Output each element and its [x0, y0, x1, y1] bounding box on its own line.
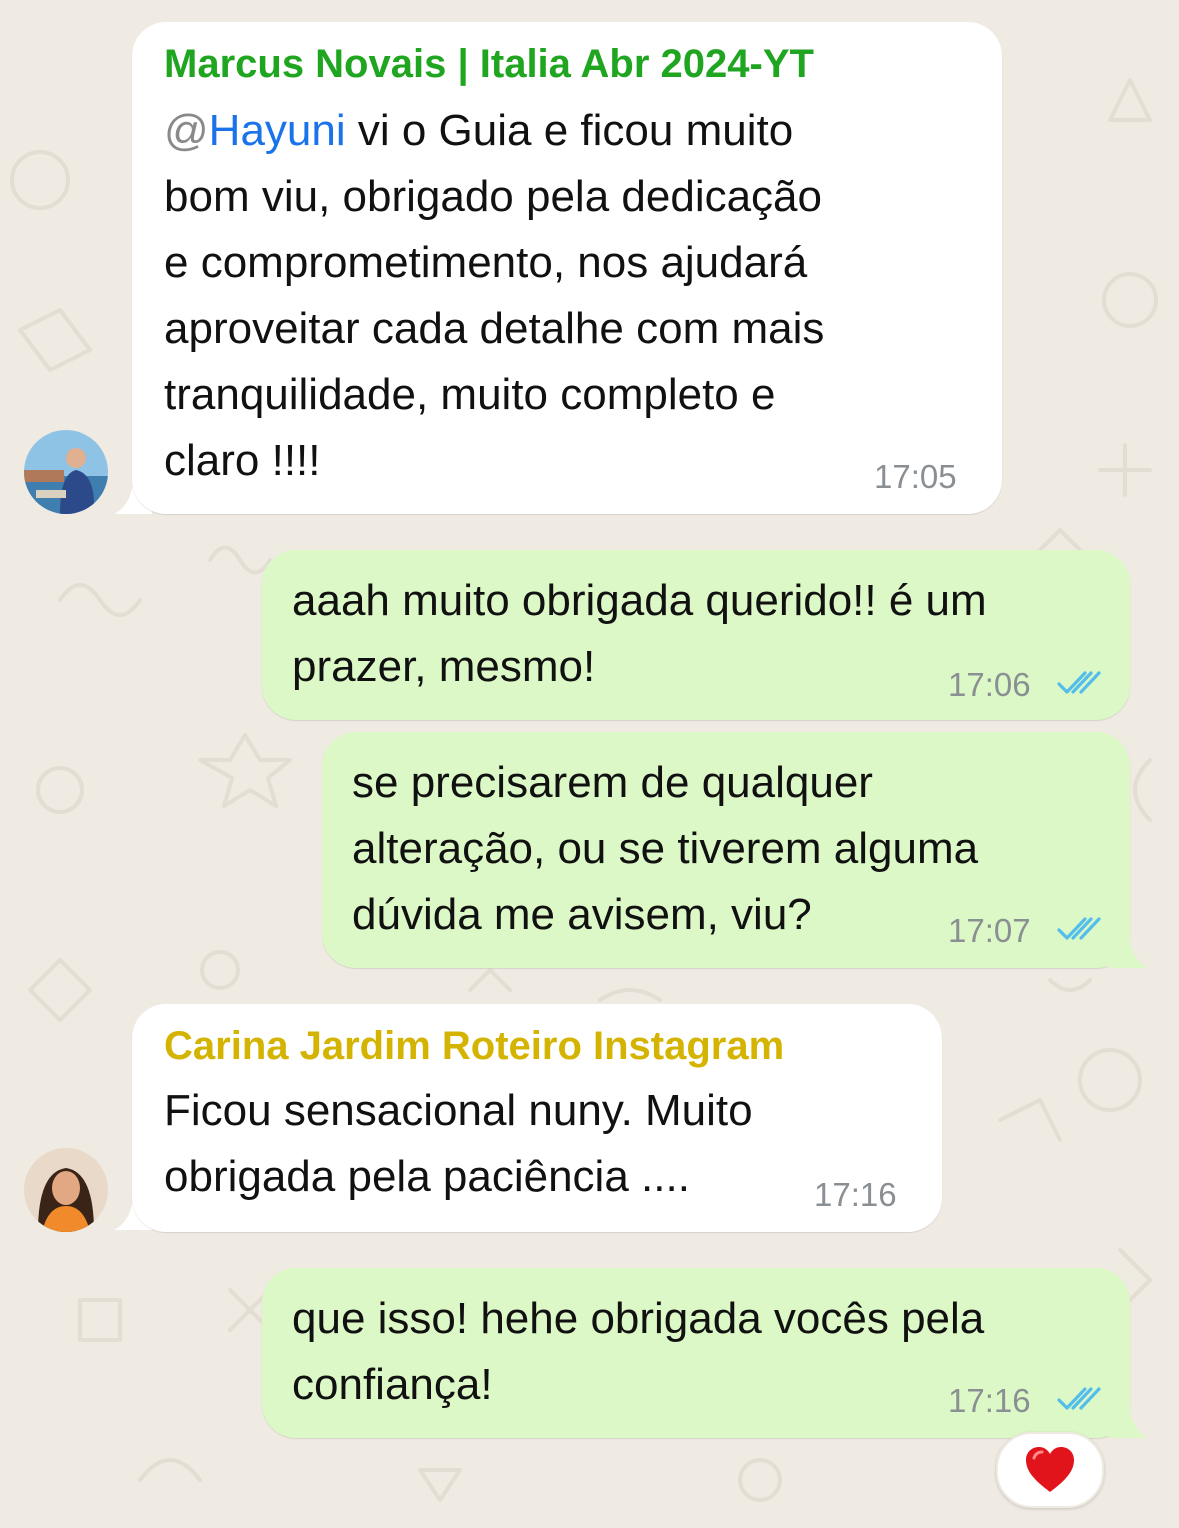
red-heart-icon — [1026, 1447, 1074, 1492]
message-line: aproveitar cada detalhe com mais — [164, 304, 825, 353]
message-text: @Hayuni vi o Guia e ficou muito bom viu,… — [164, 98, 824, 494]
sender-name[interactable]: Carina Jardim Roteiro Instagram — [164, 1024, 784, 1069]
message-line: se precisarem de qualquer — [352, 758, 873, 807]
avatar[interactable] — [24, 430, 108, 514]
message-line: bom viu, obrigado pela dedicação — [164, 172, 823, 221]
message-line: alteração, ou se tiverem alguma — [352, 824, 979, 873]
message-text: se precisarem de qualquer alteração, ou … — [352, 750, 978, 948]
message-line: @Hayuni vi o Guia e ficou muito — [164, 98, 824, 164]
reaction-badge[interactable] — [996, 1432, 1104, 1508]
mention-link[interactable]: Hayuni — [209, 106, 346, 155]
message-line: e comprometimento, nos ajudará — [164, 238, 808, 287]
avatar-carina — [24, 1148, 108, 1232]
message-bubble[interactable]: se precisarem de qualquer alteração, ou … — [322, 732, 1130, 968]
message-line: Ficou sensacional nuny. Muito — [164, 1086, 753, 1135]
message-line: obrigada pela paciência .... — [164, 1152, 690, 1201]
message-bubble[interactable]: Marcus Novais | Italia Abr 2024-YT @Hayu… — [132, 22, 1002, 514]
message-line-text: vi o Guia e ficou muito — [345, 106, 794, 155]
message-timestamp: 17:06 — [948, 666, 1031, 703]
message-timestamp: 17:16 — [814, 1176, 897, 1213]
double-check-read-icon — [1057, 1387, 1101, 1410]
message-bubble[interactable]: que isso! hehe obrigada vocês pela confi… — [262, 1268, 1130, 1438]
bubble-tail — [1108, 1392, 1148, 1438]
message-text: Ficou sensacional nuny. Muito obrigada p… — [164, 1078, 753, 1210]
message-timestamp: 17:16 — [948, 1382, 1031, 1419]
message-text: que isso! hehe obrigada vocês pela confi… — [292, 1286, 984, 1418]
message-line: confiança! — [292, 1360, 493, 1409]
avatar-marcus — [24, 430, 108, 514]
message-line: dúvida me avisem, viu? — [352, 890, 812, 939]
message-line: tranquilidade, muito completo e — [164, 370, 776, 419]
message-line: claro !!!! — [164, 436, 321, 485]
message-line: aaah muito obrigada querido!! é um — [292, 576, 987, 625]
message-text: aaah muito obrigada querido!! é um praze… — [292, 568, 987, 700]
message-timestamp: 17:05 — [874, 458, 957, 495]
message-bubble[interactable]: aaah muito obrigada querido!! é um praze… — [262, 550, 1130, 720]
avatar[interactable] — [24, 1148, 108, 1232]
double-check-read-icon — [1057, 671, 1101, 694]
double-check-read-icon — [1057, 917, 1101, 940]
message-bubble[interactable]: Carina Jardim Roteiro Instagram Ficou se… — [132, 1004, 942, 1232]
bubble-tail — [1108, 922, 1148, 968]
message-line: prazer, mesmo! — [292, 642, 596, 691]
message-line: que isso! hehe obrigada vocês pela — [292, 1294, 985, 1343]
sender-name[interactable]: Marcus Novais | Italia Abr 2024-YT — [164, 42, 814, 87]
mention-at: @ — [164, 106, 209, 155]
message-timestamp: 17:07 — [948, 912, 1031, 949]
